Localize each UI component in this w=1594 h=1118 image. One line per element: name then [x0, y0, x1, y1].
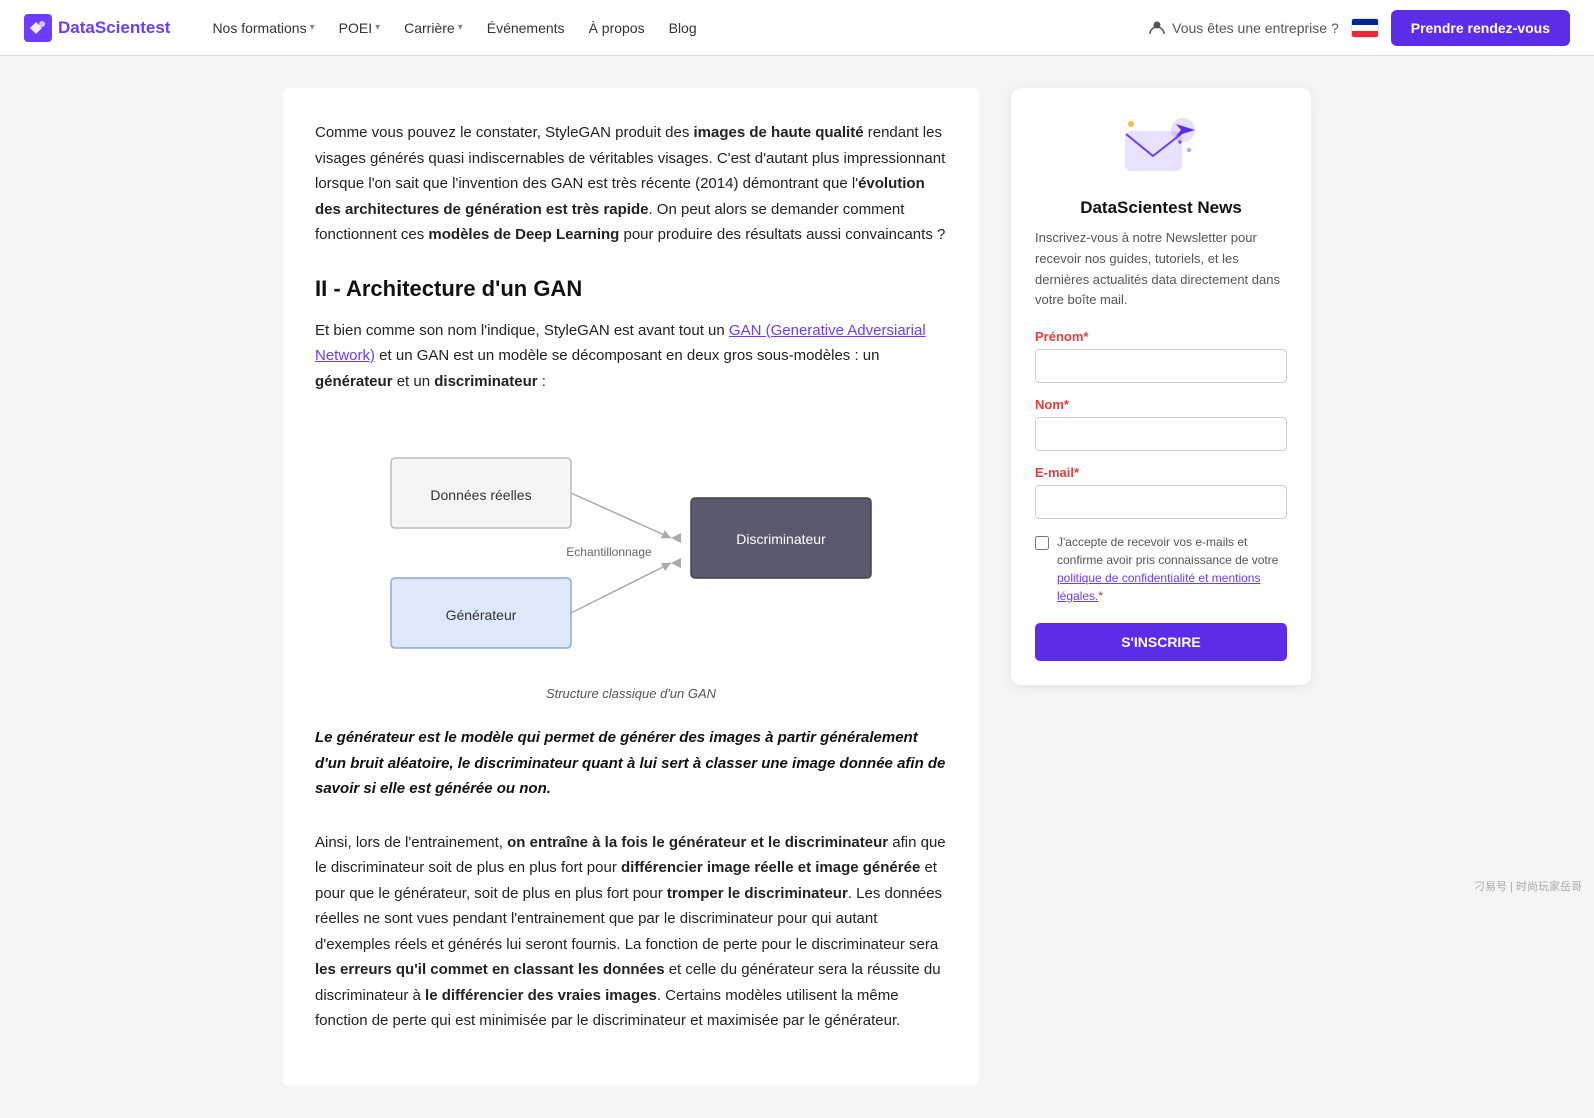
diagram-svg: Données réelles Générateur Discriminateu… [361, 418, 901, 678]
nav-links: Nos formations ▾ POEI ▾ Carrière ▾ Événe… [202, 14, 1140, 42]
chevron-icon: ▾ [310, 22, 315, 33]
french-flag[interactable] [1351, 18, 1379, 38]
navbar: DataScientest Nos formations ▾ POEI ▾ Ca… [0, 0, 1594, 56]
gan-svg: Données réelles Générateur Discriminateu… [361, 418, 901, 658]
email-input[interactable] [1035, 485, 1287, 519]
newsletter-icon-wrap [1035, 112, 1287, 182]
page-wrap: Comme vous pouvez le constater, StyleGAN… [0, 56, 1594, 1118]
section-heading: II - Architecture d'un GAN [315, 276, 947, 302]
nav-blog[interactable]: Blog [659, 14, 707, 42]
intro-paragraph: Comme vous pouvez le constater, StyleGAN… [315, 120, 947, 248]
sidebar: DataScientest News Inscrivez-vous à notr… [1011, 88, 1311, 1086]
gan-diagram: Données réelles Générateur Discriminateu… [315, 418, 947, 701]
svg-text:Echantillonnage: Echantillonnage [566, 545, 652, 559]
newsletter-card: DataScientest News Inscrivez-vous à notr… [1011, 88, 1311, 685]
main-content: Comme vous pouvez le constater, StyleGAN… [283, 88, 979, 1086]
nav-poei[interactable]: POEI ▾ [329, 14, 391, 42]
svg-text:Générateur: Générateur [446, 607, 517, 623]
logo-text: DataScientest [58, 18, 170, 38]
diagram-caption: Structure classique d'un GAN [546, 686, 716, 701]
nav-carriere[interactable]: Carrière ▾ [394, 14, 473, 42]
body-paragraph: Ainsi, lors de l'entrainement, on entraî… [315, 830, 947, 1034]
svg-text:Discriminateur: Discriminateur [736, 531, 826, 547]
logo-icon [24, 14, 52, 42]
section-intro-para: Et bien comme son nom l'indique, StyleGA… [315, 318, 947, 395]
chevron-icon: ▾ [458, 22, 463, 33]
prenom-input[interactable] [1035, 349, 1287, 383]
enterprise-icon [1148, 19, 1166, 37]
nav-right: Vous êtes une entreprise ? Prendre rende… [1148, 10, 1570, 46]
consent-row: J'accepte de recevoir vos e-mails et con… [1035, 533, 1287, 605]
prenom-label: Prénom* [1035, 329, 1287, 344]
nav-evenements[interactable]: Événements [477, 14, 575, 42]
privacy-link[interactable]: politique de confidentialité et mentions… [1057, 571, 1260, 603]
email-label: E-mail* [1035, 465, 1287, 480]
content-area: Comme vous pouvez le constater, StyleGAN… [267, 56, 1327, 1118]
nav-apropos[interactable]: À propos [579, 14, 655, 42]
cta-button[interactable]: Prendre rendez-vous [1391, 10, 1570, 46]
nav-formations[interactable]: Nos formations ▾ [202, 14, 324, 42]
nom-label: Nom* [1035, 397, 1287, 412]
consent-label: J'accepte de recevoir vos e-mails et con… [1057, 533, 1287, 605]
key-quote: Le générateur est le modèle qui permet d… [315, 725, 947, 802]
chevron-icon: ▾ [375, 22, 380, 33]
logo[interactable]: DataScientest [24, 14, 170, 42]
nom-input[interactable] [1035, 417, 1287, 451]
svg-text:Données réelles: Données réelles [430, 487, 531, 503]
enterprise-link[interactable]: Vous êtes une entreprise ? [1148, 19, 1339, 37]
gan-link[interactable]: GAN (Generative Adversiarial Network) [315, 322, 926, 365]
consent-checkbox[interactable] [1035, 536, 1049, 550]
subscribe-button[interactable]: S'INSCRIRE [1035, 623, 1287, 661]
newsletter-icon [1121, 112, 1201, 182]
newsletter-description: Inscrivez-vous à notre Newsletter pour r… [1035, 228, 1287, 311]
newsletter-title: DataScientest News [1035, 198, 1287, 218]
